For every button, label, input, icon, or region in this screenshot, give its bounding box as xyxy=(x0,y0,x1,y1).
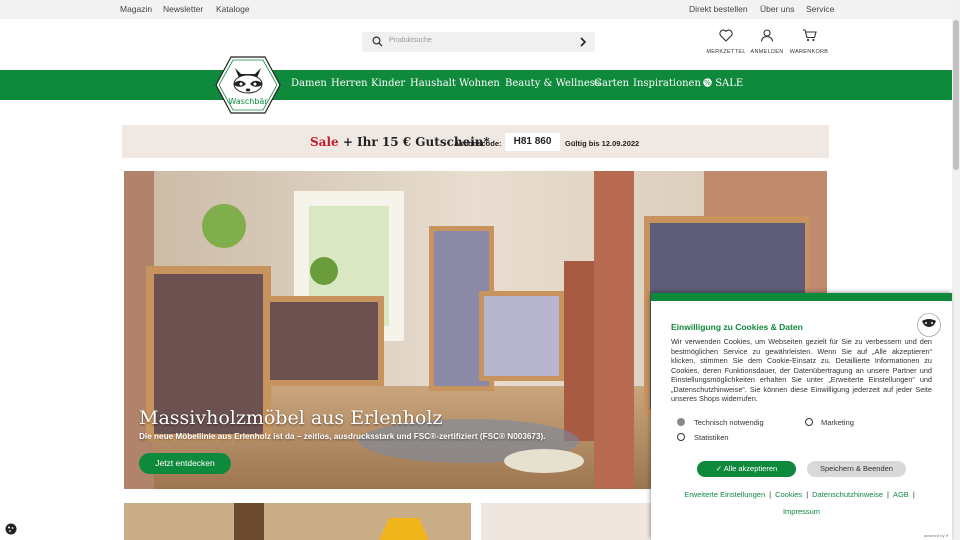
powered-by-badge[interactable]: powered by ✔ xyxy=(924,533,949,538)
topbar-link-service[interactable]: Service xyxy=(806,4,834,14)
nav-item-sale-label: SALE xyxy=(715,78,744,89)
wishlist-label: MERKZETTEL xyxy=(706,49,746,55)
accept-all-label: Alle akzeptieren xyxy=(723,464,778,473)
option-statistics-label: Statistiken xyxy=(694,433,729,442)
user-icon xyxy=(760,29,774,42)
topbar-link-ueber-uns[interactable]: Über uns xyxy=(760,4,795,14)
link-impressum[interactable]: Impressum xyxy=(783,507,820,516)
sale-tag-icon: % xyxy=(703,78,712,87)
login-button[interactable]: ANMELDEN xyxy=(745,29,789,55)
cookie-dialog-logo xyxy=(917,313,941,337)
topbar-link-kataloge[interactable]: Kataloge xyxy=(216,4,250,14)
hero-subtitle: Die neue Möbellinie aus Erlenholz ist da… xyxy=(139,432,546,441)
cart-icon xyxy=(802,29,817,42)
option-marketing-checkbox[interactable] xyxy=(805,418,813,426)
cookie-dialog-header-band xyxy=(651,293,952,301)
option-marketing-label: Marketing xyxy=(821,418,854,427)
cookie-settings-icon[interactable] xyxy=(5,523,17,535)
hero-title: Massivholzmöbel aus Erlenholz xyxy=(139,407,443,429)
nav-item-beauty-wellness[interactable]: Beauty & Wellness xyxy=(505,78,600,89)
topbar-link-direkt-bestellen[interactable]: Direkt bestellen xyxy=(689,4,748,14)
svg-text:%: % xyxy=(704,79,711,87)
cookie-consent-dialog: Einwilligung zu Cookies & Daten Wir verw… xyxy=(651,293,952,540)
search-input[interactable]: Produktsuche xyxy=(389,37,432,44)
nav-item-haushalt[interactable]: Haushalt xyxy=(410,78,456,89)
login-label: ANMELDEN xyxy=(750,49,784,55)
wishlist-button[interactable]: MERKZETTEL xyxy=(704,29,748,55)
cookie-dialog-text: Wir verwenden Cookies, um Webseiten gezi… xyxy=(671,337,932,403)
promo-code-label: Aktionscode: xyxy=(454,139,502,148)
scrollbar-thumb[interactable] xyxy=(953,20,959,170)
option-technical-label: Technisch notwendig xyxy=(694,418,764,427)
svg-text:Waschbär: Waschbär xyxy=(228,97,268,106)
option-statistics-checkbox[interactable] xyxy=(677,433,685,441)
page-scrollbar[interactable] xyxy=(952,0,960,540)
nav-item-kinder[interactable]: Kinder xyxy=(371,78,405,89)
checkmark-icon: ✓ xyxy=(715,464,724,473)
nav-item-damen[interactable]: Damen xyxy=(291,78,327,89)
search-icon xyxy=(372,36,383,47)
cookie-dialog-title: Einwilligung zu Cookies & Daten xyxy=(671,322,803,332)
accept-all-button[interactable]: ✓ Alle akzeptieren xyxy=(697,461,796,477)
link-cookies[interactable]: Cookies xyxy=(775,490,802,499)
promo-banner[interactable]: Sale + Ihr 15 € Gutschein* Aktionscode: … xyxy=(122,125,829,158)
usercentrics-check-icon: ✔ xyxy=(945,533,949,538)
promo-code: H81 860 xyxy=(505,133,560,151)
teaser-tile-right[interactable] xyxy=(481,503,653,540)
topbar-link-newsletter[interactable]: Newsletter xyxy=(163,4,203,14)
powered-by-text: powered by xyxy=(923,533,945,538)
cart-label: WARENKORB xyxy=(789,49,829,55)
topbar-link-magazin[interactable]: Magazin xyxy=(120,4,152,14)
search-box[interactable]: Produktsuche xyxy=(362,32,595,52)
link-extended-settings[interactable]: Erweiterte Einstellungen xyxy=(684,490,765,499)
top-utility-bar: Magazin Newsletter Kataloge Direkt beste… xyxy=(0,0,952,19)
teaser-image-forest xyxy=(124,503,471,540)
nav-item-sale[interactable]: % SALE xyxy=(703,78,743,89)
nav-item-garten[interactable]: Garten xyxy=(594,78,629,89)
save-and-close-button[interactable]: Speichern & Beenden xyxy=(807,461,906,477)
heart-icon xyxy=(719,29,733,42)
link-agb[interactable]: AGB xyxy=(893,490,909,499)
nav-item-inspirationen[interactable]: Inspirationen xyxy=(633,78,701,89)
teaser-tile-left[interactable] xyxy=(124,503,471,540)
cart-button[interactable]: WARENKORB xyxy=(787,29,831,55)
hero-cta-button[interactable]: Jetzt entdecken xyxy=(139,453,231,474)
nav-item-herren[interactable]: Herren xyxy=(331,78,368,89)
link-privacy[interactable]: Datenschutzhinweise xyxy=(812,490,883,499)
nav-item-wohnen[interactable]: Wohnen xyxy=(459,78,500,89)
waschbaer-logo[interactable]: Waschbär xyxy=(215,56,281,114)
promo-sale-word: Sale xyxy=(310,135,339,149)
option-technical-checkbox[interactable] xyxy=(677,418,685,426)
promo-valid-until: Gültig bis 12.09.2022 xyxy=(565,139,640,148)
cookie-dialog-links: Erweiterte Einstellungen | Cookies | Datensc… xyxy=(684,490,915,516)
chevron-right-icon[interactable] xyxy=(579,37,587,47)
